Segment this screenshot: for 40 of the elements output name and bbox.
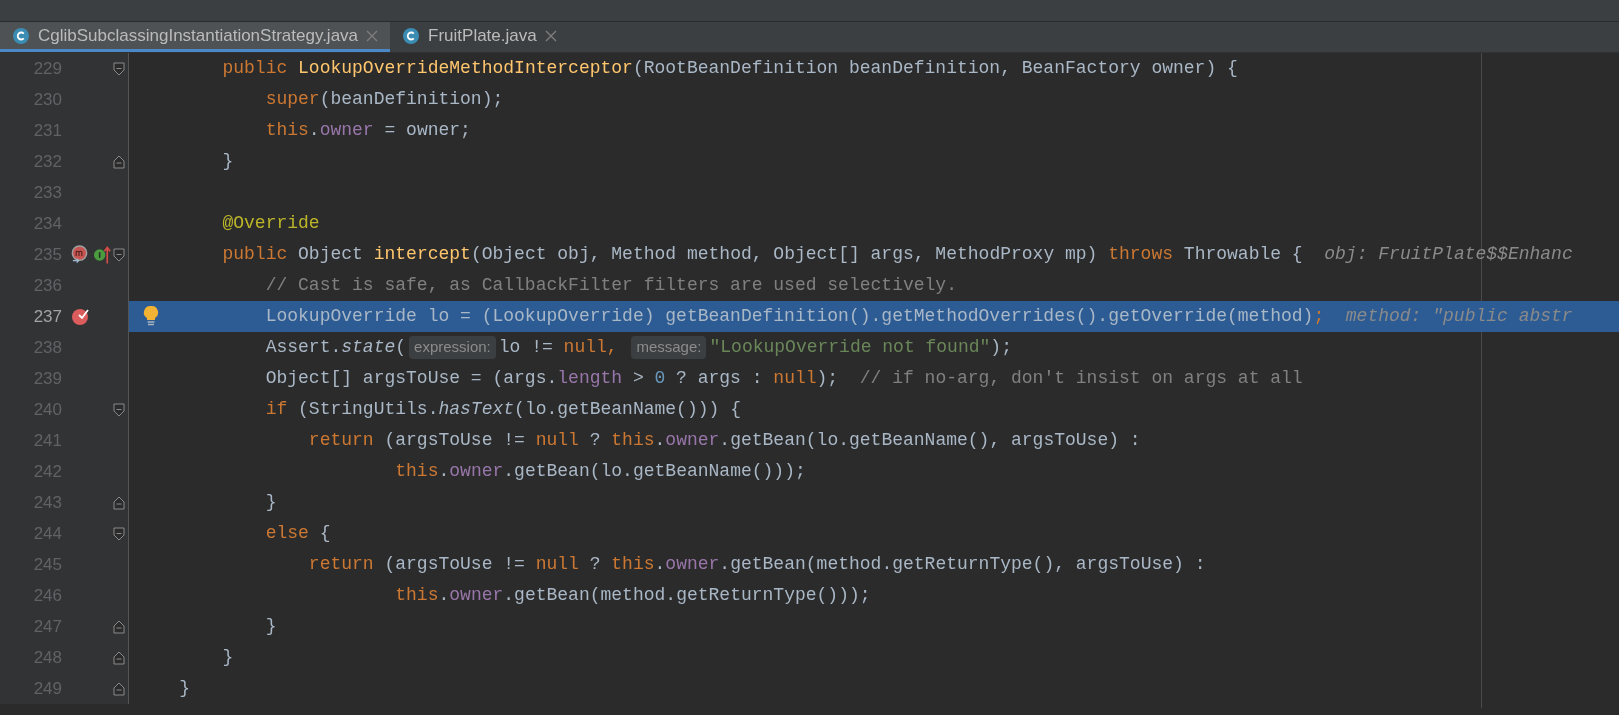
code-line: this.owner = owner; — [265, 119, 471, 142]
code-line: } — [265, 615, 277, 638]
tab-label: CglibSubclassingInstantiationStrategy.java — [38, 24, 359, 47]
code-line: } — [179, 677, 191, 700]
tab-label: FruitPlate.java — [428, 24, 537, 47]
code-line: // Cast is safe, as CallbackFilter filters are used selectively. — [265, 274, 957, 297]
code-line: if (StringUtils.hasText(lo.getBeanName())) { — [265, 398, 741, 421]
lightbulb-icon[interactable] — [143, 305, 159, 327]
code-line: return (argsToUse != null ? this.owner.getBean(method.getReturnType(), argsToUse) : — [308, 553, 1206, 576]
fold-marker-icon[interactable] — [112, 649, 126, 666]
file-tab[interactable]: CglibSubclassingInstantiationStrategy.java — [0, 22, 391, 52]
code-line: else { — [265, 522, 331, 545]
code-line: public Object intercept(Object obj, Method method, Object[] args, MethodProxy mp) throws Throwable { obj: FruitPlate$$Enhanc — [222, 243, 1573, 266]
code-line: this.owner.getBean(method.getReturnType())); — [395, 584, 871, 607]
code-line: @Override — [222, 212, 320, 235]
class-icon — [12, 26, 30, 45]
fold-marker-icon[interactable] — [112, 60, 126, 77]
line-number: 237 — [32, 305, 62, 328]
code-line: LookupOverride lo = (LookupOverride) getBeanDefinition().getMethodOverrides().getOverride(method); method: "public abstr — [265, 305, 1573, 328]
close-icon[interactable] — [544, 29, 557, 42]
code-line: } — [265, 491, 277, 514]
fold-marker-icon[interactable] — [112, 680, 126, 697]
file-tab[interactable]: FruitPlate.java — [390, 22, 569, 52]
implementation-arrow-icon[interactable] — [93, 243, 112, 266]
fold-marker-icon[interactable] — [112, 494, 126, 511]
code-line: } — [222, 150, 234, 173]
override-method-icon[interactable] — [70, 243, 89, 266]
fold-marker-icon[interactable] — [112, 525, 126, 542]
fold-marker-icon[interactable] — [112, 401, 126, 418]
code-line: this.owner.getBean(lo.getBeanName())); — [395, 460, 806, 483]
code-line: public LookupOverrideMethodInterceptor(RootBeanDefinition beanDefinition, BeanFactory owner) { — [222, 57, 1238, 80]
code-line: Object[] argsToUse = (args.length > 0 ? args : null); // if no-arg, don't insist on args at all — [265, 367, 1303, 390]
code-line: return (argsToUse != null ? this.owner.getBean(lo.getBeanName(), argsToUse) : — [308, 429, 1141, 452]
code-line: Assert.state( expression: lo != null, message: "LookupOverride not found"); — [265, 335, 1012, 361]
fold-marker-icon[interactable] — [112, 618, 126, 635]
code-line: super(beanDefinition); — [265, 88, 504, 111]
class-icon — [402, 26, 421, 45]
fold-marker-icon[interactable] — [112, 153, 126, 170]
fold-marker-icon[interactable] — [112, 246, 126, 263]
code-line: } — [222, 646, 234, 669]
